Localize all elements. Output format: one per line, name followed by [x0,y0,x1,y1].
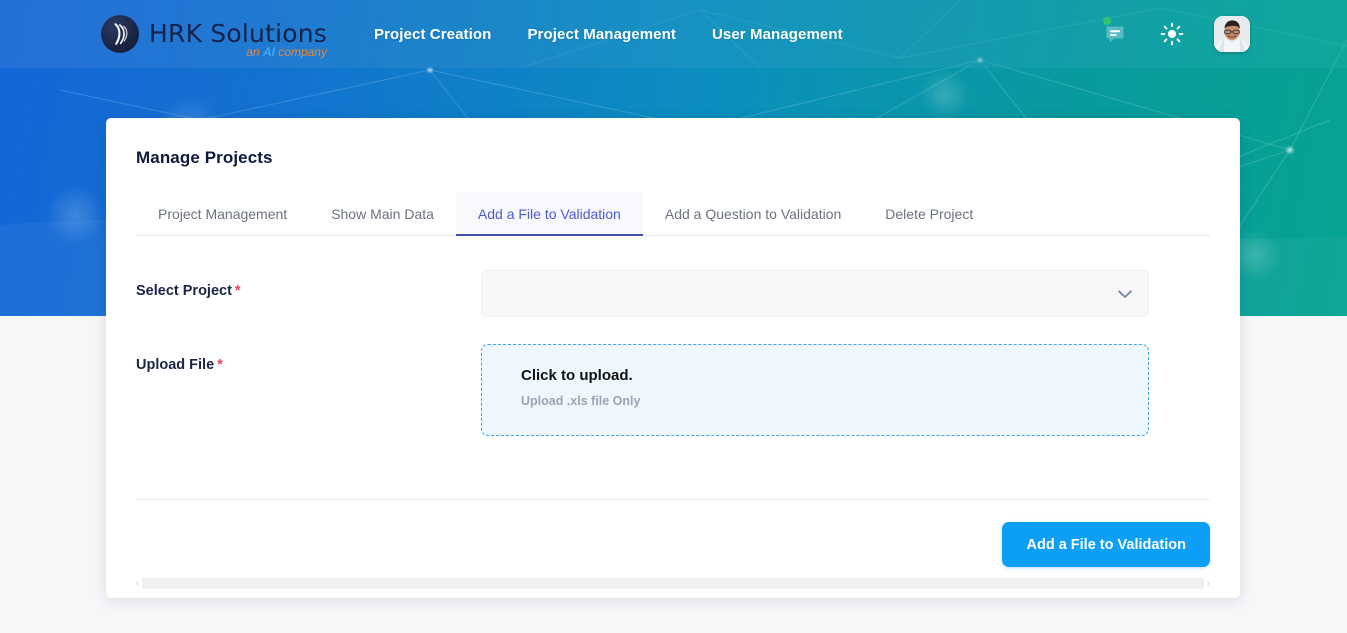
sun-glyph [1160,22,1184,46]
dropzone-subtitle: Upload .xls file Only [521,394,641,408]
tab-show-main-data[interactable]: Show Main Data [309,192,456,236]
page-title: Manage Projects [136,148,273,167]
tab-project-management[interactable]: Project Management [136,192,309,236]
chevron-down-glyph [1118,289,1132,298]
file-dropzone[interactable]: Click to upload. Upload .xls file Only [481,344,1149,436]
tagline-ai: AI [262,45,275,59]
nav-actions [1100,0,1250,68]
tagline-pre: an [246,45,263,59]
sun-icon[interactable] [1157,19,1187,49]
select-project-dropdown[interactable] [481,270,1149,317]
field-row-upload-file: Upload File * Click to upload. Upload .xl… [136,344,1210,436]
dropzone-title: Click to upload. [521,367,633,384]
nav-item-user-management[interactable]: User Management [712,26,843,43]
chevron-down-icon [1118,286,1132,302]
add-a-file-to-validation-button[interactable]: Add a File to Validation [1002,522,1210,567]
scroll-right-arrow-icon[interactable]: › [1207,578,1210,589]
manage-projects-card: Manage Projects Project Management Show … [106,118,1240,598]
tab-add-a-question-to-validation[interactable]: Add a Question to Validation [643,192,863,236]
hrk-logo-icon [101,15,139,53]
add-file-form: Select Project * Upload File * Click to up… [106,270,1240,436]
tagline-post: company [274,45,327,59]
tab-bar: Project Management Show Main Data Add a … [136,192,1210,236]
select-project-label-text: Select Project [136,283,232,299]
notification-dot-icon [1103,17,1111,25]
chat-icon[interactable] [1100,17,1130,49]
brand-title: HRK Solutions [149,19,327,48]
tab-add-a-file-to-validation[interactable]: Add a File to Validation [455,192,643,236]
scroll-track[interactable] [142,578,1204,589]
hrk-glyph-icon [114,23,128,45]
scroll-left-arrow-icon[interactable]: ‹ [136,578,139,589]
select-project-label: Select Project * [136,270,481,299]
app-root: HRK Solutions an AI company Project Crea… [0,0,1347,633]
nav-item-project-creation[interactable]: Project Creation [374,26,491,43]
top-navbar: HRK Solutions an AI company Project Crea… [0,0,1347,68]
horizontal-scrollbar[interactable]: ‹ › [106,577,1240,590]
tab-delete-project[interactable]: Delete Project [863,192,995,236]
chat-bubble-glyph [1106,26,1124,43]
required-asterisk: * [234,283,241,299]
brand-logo[interactable]: HRK Solutions an AI company [101,15,327,60]
brand-tagline: an AI company [246,45,327,59]
upload-file-label-text: Upload File [136,357,215,373]
nav-links: Project Creation Project Management User… [374,26,843,43]
avatar[interactable] [1214,16,1250,52]
nav-item-project-management[interactable]: Project Management [527,26,676,43]
brand-text: HRK Solutions an AI company [149,19,327,60]
form-actions: Add a File to Validation [106,500,1240,567]
avatar-photo-icon [1214,16,1250,52]
field-row-select-project: Select Project * [136,270,1210,317]
upload-file-label: Upload File * [136,344,481,373]
required-asterisk: * [217,357,223,373]
